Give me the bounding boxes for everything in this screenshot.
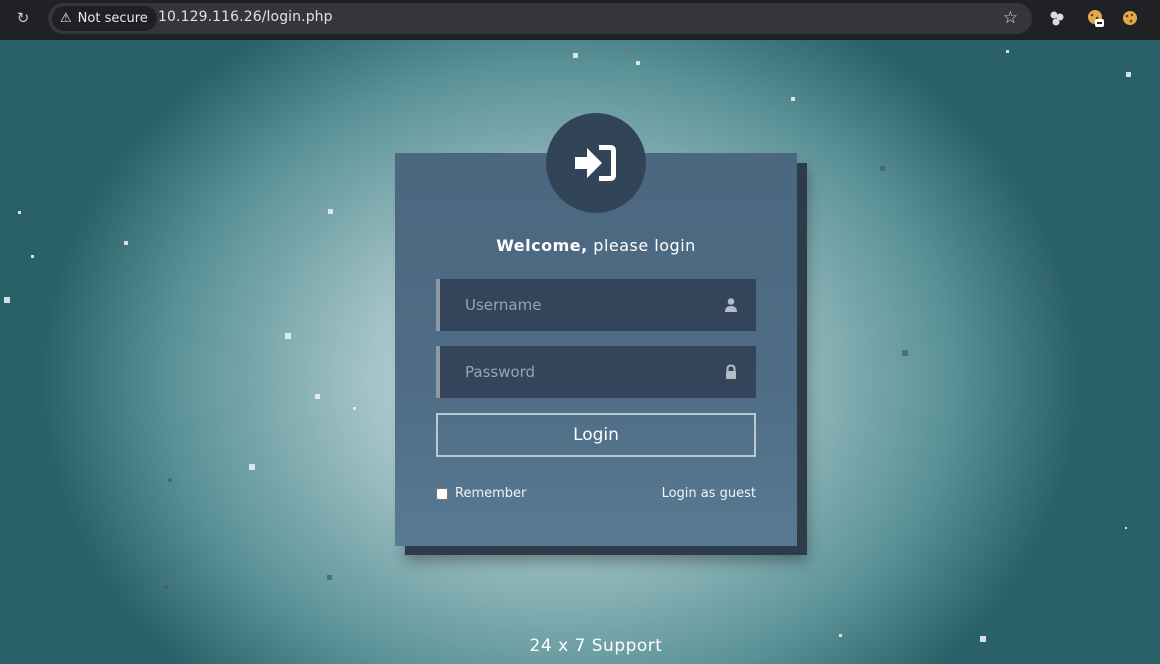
particle <box>353 407 356 410</box>
reload-icon[interactable]: ↻ <box>12 8 34 28</box>
particle <box>1125 527 1127 529</box>
password-field <box>436 346 756 398</box>
security-label: Not secure <box>77 11 148 26</box>
particle <box>880 166 885 171</box>
extension-icon[interactable] <box>1048 9 1066 27</box>
username-field <box>436 279 756 331</box>
particle <box>573 53 578 58</box>
particle <box>980 636 986 642</box>
particle <box>168 478 172 482</box>
remember-checkbox[interactable] <box>436 487 448 500</box>
remember-label: Remember <box>455 486 527 501</box>
particle <box>249 464 255 470</box>
particle <box>315 394 320 399</box>
sign-in-icon <box>575 145 616 181</box>
particle <box>839 634 842 637</box>
remember-option[interactable]: Remember <box>436 486 526 501</box>
warning-icon: ⚠ <box>60 11 72 26</box>
particle <box>164 585 168 589</box>
star-icon[interactable]: ☆ <box>1003 8 1018 28</box>
particle <box>902 350 908 356</box>
welcome-bold: Welcome, <box>496 236 588 255</box>
particle <box>1006 50 1009 53</box>
particle <box>18 211 21 214</box>
welcome-heading: Welcome, please login <box>395 236 797 255</box>
cookie-extension-icon[interactable] <box>1086 9 1104 27</box>
address-bar[interactable]: ⚠ Not secure 10.129.116.26/login.php ☆ <box>48 3 1032 34</box>
welcome-rest: please login <box>587 236 696 255</box>
particle <box>791 97 795 101</box>
particle <box>4 297 10 303</box>
particle <box>145 132 148 135</box>
username-input[interactable] <box>440 279 720 331</box>
particle <box>328 209 333 214</box>
login-as-guest-link[interactable]: Login as guest <box>600 486 756 501</box>
particle <box>327 575 332 580</box>
particle <box>31 255 34 258</box>
particle <box>33 500 35 502</box>
particle <box>285 333 291 339</box>
support-text: 24 x 7 Support <box>529 636 663 656</box>
lock-icon <box>726 364 736 379</box>
password-input[interactable] <box>440 346 720 398</box>
browser-toolbar: ↻ ⚠ Not secure 10.129.116.26/login.php ☆ <box>0 0 1160 40</box>
particle <box>992 242 994 244</box>
particle <box>103 602 105 604</box>
login-badge <box>546 113 646 213</box>
login-button[interactable]: Login <box>436 413 756 457</box>
particle <box>636 61 640 65</box>
user-icon <box>725 298 737 312</box>
particle <box>1052 284 1058 290</box>
cookie-icon[interactable] <box>1121 9 1139 27</box>
particle <box>124 241 128 245</box>
security-chip[interactable]: ⚠ Not secure <box>52 6 157 31</box>
url-text[interactable]: 10.129.116.26/login.php <box>158 9 333 25</box>
particle <box>1126 72 1131 77</box>
